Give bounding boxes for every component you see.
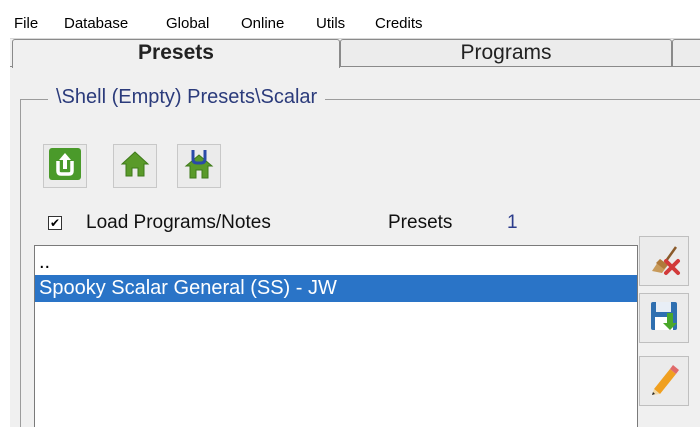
up-folder-button[interactable] — [43, 144, 87, 188]
pencil-edit-icon — [646, 361, 682, 402]
load-programs-checkbox[interactable]: ✔ — [48, 216, 62, 230]
home-button[interactable] — [113, 144, 157, 188]
home-up-button[interactable] — [177, 144, 221, 188]
broom-delete-icon — [646, 241, 682, 282]
presets-count-label: Presets — [388, 212, 453, 233]
menu-bar: File Database Global Online Utils Credit… — [10, 10, 700, 39]
save-button[interactable] — [639, 293, 689, 343]
save-disk-icon — [647, 299, 681, 338]
group-title-path: \Shell (Empty) Presets\Scalar — [48, 86, 326, 109]
up-arrow-icon — [48, 147, 82, 186]
load-programs-label: Load Programs/Notes — [86, 212, 271, 233]
edit-button[interactable] — [639, 356, 689, 406]
delete-button[interactable] — [639, 236, 689, 286]
menu-online[interactable]: Online — [241, 14, 284, 34]
tab-strip: Presets Programs — [10, 39, 700, 68]
menu-global[interactable]: Global — [166, 14, 209, 34]
menu-database[interactable]: Database — [64, 14, 128, 34]
menu-credits[interactable]: Credits — [375, 14, 423, 34]
tab-overflow[interactable] — [672, 39, 700, 66]
tab-presets[interactable]: Presets — [12, 39, 340, 68]
tab-programs[interactable]: Programs — [340, 39, 672, 66]
menu-file[interactable]: File — [14, 14, 38, 34]
presets-list[interactable]: .. Spooky Scalar General (SS) - JW — [34, 245, 638, 427]
home-up-icon — [182, 147, 216, 186]
presets-count-value: 1 — [507, 212, 518, 233]
menu-utils[interactable]: Utils — [316, 14, 345, 34]
list-item-parent[interactable]: .. — [35, 249, 637, 276]
home-icon — [118, 147, 152, 186]
list-item-selected[interactable]: Spooky Scalar General (SS) - JW — [35, 275, 637, 302]
app-window: File Database Global Online Utils Credit… — [10, 10, 700, 427]
